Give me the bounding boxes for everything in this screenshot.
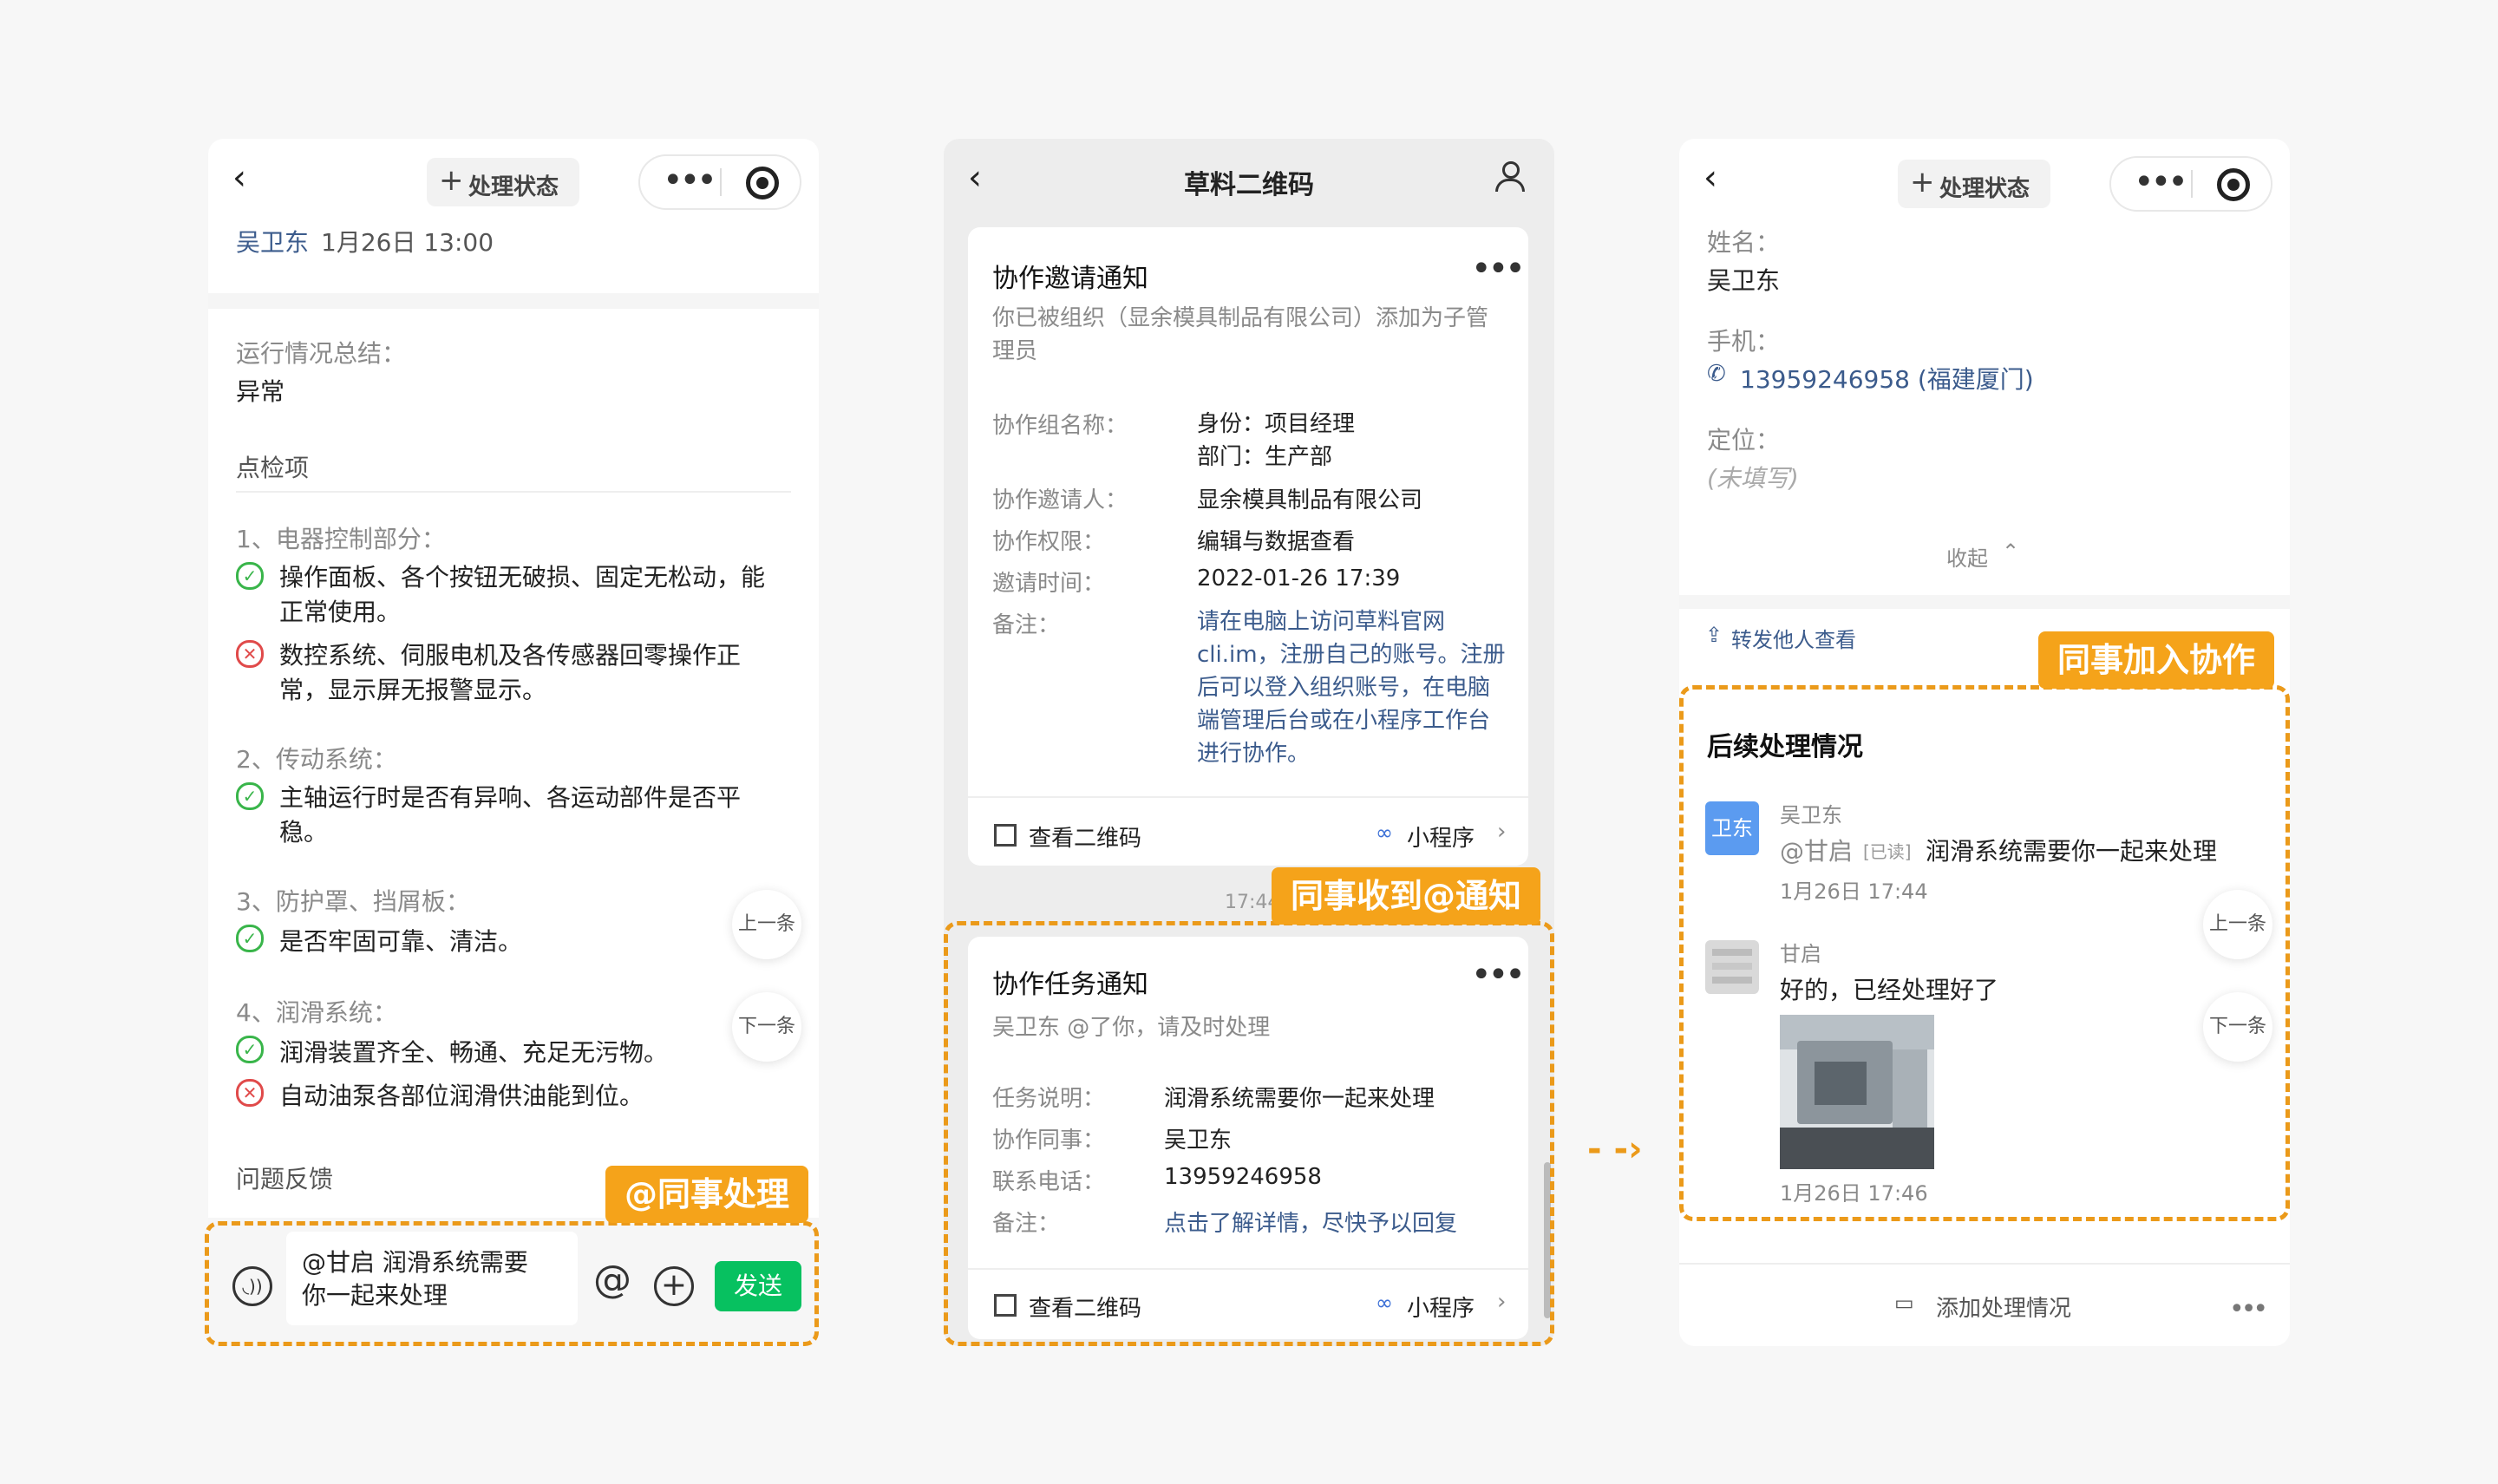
- status-button-label: 处理状态: [468, 174, 559, 200]
- prev-record-button[interactable]: 上一条: [732, 890, 801, 959]
- row-label: 邀请时间：: [992, 571, 1106, 597]
- more-icon[interactable]: •••: [663, 163, 717, 198]
- share-icon: ⇪: [1705, 623, 1723, 647]
- capsule-menu: •••: [2109, 156, 2272, 212]
- collapse-button[interactable]: 收起: [1946, 541, 1988, 572]
- section-title: 2、传动系统：: [236, 745, 397, 774]
- check-item: 主轴运行时是否有异响、各运动部件是否平 稳。: [279, 783, 742, 847]
- record-datetime: 1月26日 13:00: [321, 228, 494, 257]
- link-icon: ∞: [1376, 820, 1393, 845]
- status-button-label: 处理状态: [1939, 176, 2030, 202]
- capsule-divider: [720, 168, 722, 196]
- row-value: 编辑与数据查看: [1197, 529, 1356, 555]
- section-title: 1、电器控制部分：: [236, 525, 446, 553]
- miniprogram-link[interactable]: 小程序: [1407, 820, 1475, 853]
- divider: [236, 491, 791, 493]
- highlight-input-bar: [205, 1221, 819, 1346]
- highlight-followup: [1679, 685, 2290, 1221]
- card-description: 你已被组织（显余模具制品有限公司）添加为子管 理员: [992, 305, 1489, 364]
- check-item: 数控系统、伺服电机及各传感器回零操作正 常，显示屏无报警显示。: [279, 641, 742, 704]
- more-icon[interactable]: •••: [2229, 1297, 2268, 1323]
- card-title: 协作邀请通知: [992, 264, 1148, 294]
- comment-icon: ▭: [1894, 1291, 1914, 1315]
- close-miniprogram-icon[interactable]: [746, 167, 779, 199]
- phone-label: 手机：: [1707, 327, 1781, 356]
- name-label: 姓名：: [1707, 228, 1781, 257]
- section-title: 4、润滑系统：: [236, 998, 397, 1027]
- check-ok-icon: ✓: [236, 782, 264, 810]
- forward-link[interactable]: 转发他人查看: [1731, 623, 1856, 653]
- check-ok-icon: ✓: [236, 925, 264, 952]
- divider: [968, 796, 1528, 798]
- arrow-right-icon: - -›: [1587, 1129, 1643, 1169]
- qrcode-icon: [994, 824, 1017, 847]
- phone-icon: ✆: [1707, 361, 1726, 387]
- status-button[interactable]: + 处理状态: [427, 158, 579, 206]
- callout-colleague-notified: 同事收到@通知: [1272, 867, 1541, 925]
- author-name[interactable]: 吴卫东: [236, 224, 309, 258]
- row-value: 显余模具制品有限公司: [1197, 487, 1423, 513]
- check-item: 润滑装置齐全、畅通、充足无污物。: [279, 1038, 669, 1067]
- section-title: 3、防护罩、挡屑板：: [236, 887, 470, 916]
- phone-value[interactable]: 13959246958 (福建厦门): [1740, 361, 2034, 396]
- name-value: 吴卫东: [1707, 266, 1781, 295]
- capsule-divider: [2191, 170, 2193, 198]
- plus-icon: +: [439, 163, 464, 198]
- back-icon[interactable]: ‹: [232, 158, 246, 198]
- row-label: 备注：: [992, 612, 1061, 638]
- row-value: 身份：项目经理 部门：生产部: [1197, 411, 1356, 470]
- check-item: 是否牢固可靠、清洁。: [279, 927, 523, 956]
- check-item: 操作面板、各个按钮无破损、固定无松动，能 正常使用。: [279, 563, 766, 626]
- row-value: 2022-01-26 17:39: [1197, 565, 1401, 592]
- back-icon[interactable]: ‹: [1703, 158, 1717, 198]
- invite-notification-card[interactable]: 协作邀请通知 ••• 你已被组织（显余模具制品有限公司）添加为子管 理员 协作组名…: [968, 227, 1528, 866]
- row-label: 协作权限：: [992, 529, 1106, 555]
- check-item: 自动油泵各部位润滑供油能到位。: [279, 1082, 644, 1110]
- check-fail-icon: ✕: [236, 1079, 264, 1107]
- callout-mention-colleague: @同事处理: [605, 1166, 809, 1223]
- row-label: 协作邀请人：: [992, 487, 1128, 513]
- summary-value: 异常: [236, 377, 285, 406]
- add-followup-button[interactable]: 添加处理情况: [1936, 1291, 2071, 1323]
- status-button[interactable]: + 处理状态: [1898, 160, 2050, 208]
- close-miniprogram-icon[interactable]: [2217, 168, 2250, 201]
- view-qrcode-link[interactable]: 查看二维码: [1029, 820, 1141, 853]
- more-icon[interactable]: •••: [1471, 252, 1526, 286]
- note-value: 请在电脑上访问草料官网 cli.im，注册自己的账号。注册 后可以登入组织账号，…: [1197, 609, 1506, 767]
- profile-icon[interactable]: [1495, 161, 1525, 193]
- plus-icon: +: [1910, 165, 1935, 199]
- checks-heading: 点检项: [236, 454, 310, 482]
- highlight-task-card: [944, 921, 1554, 1346]
- feedback-heading: 问题反馈: [236, 1165, 334, 1193]
- summary-label: 运行情况总结：: [236, 339, 407, 368]
- section-gap: [1679, 595, 2290, 609]
- check-ok-icon: ✓: [236, 1036, 264, 1063]
- next-record-button[interactable]: 下一条: [732, 992, 801, 1062]
- check-fail-icon: ✕: [236, 640, 264, 668]
- capsule-menu: •••: [638, 154, 801, 210]
- section-gap: [208, 293, 819, 309]
- callout-colleague-joined: 同事加入协作: [2038, 631, 2275, 689]
- chevron-right-icon: ›: [1497, 819, 1507, 845]
- check-ok-icon: ✓: [236, 562, 264, 590]
- divider: [1679, 1263, 2290, 1265]
- more-icon[interactable]: •••: [2134, 165, 2188, 199]
- row-label: 协作组名称：: [992, 413, 1128, 439]
- location-label: 定位：: [1707, 426, 1781, 454]
- location-value: (未填写): [1707, 464, 1799, 493]
- chevron-up-icon: ⌃: [2002, 539, 2020, 564]
- chat-title: 草料二维码: [1184, 170, 1314, 200]
